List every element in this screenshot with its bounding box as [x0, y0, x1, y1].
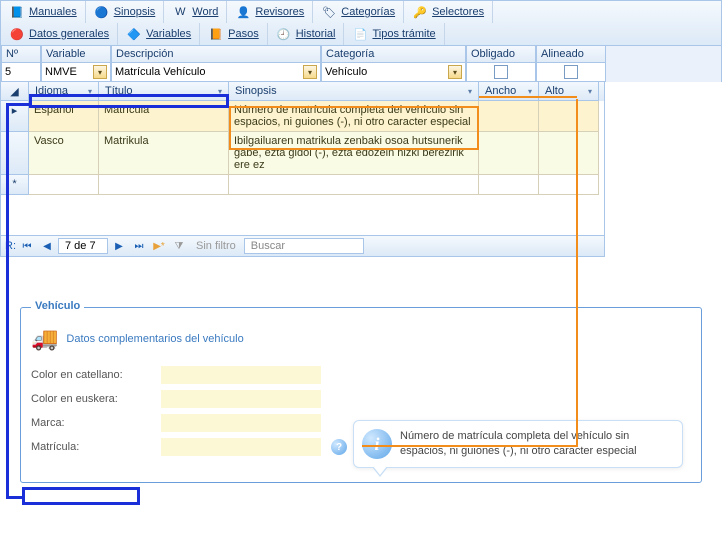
search-input[interactable]: Buscar: [244, 238, 364, 254]
combo-descripcion[interactable]: Matrícula Vehículo▾: [112, 63, 320, 81]
datos generales-icon: 🔴: [9, 26, 25, 42]
cell-ancho[interactable]: [479, 132, 539, 175]
selectores-icon: 🔑: [412, 4, 428, 20]
categorías-icon: 🏷: [321, 4, 337, 20]
annotation-line: [6, 103, 30, 106]
nav-first-icon[interactable]: ⏮: [18, 238, 36, 254]
nav-last-icon[interactable]: ⏭: [130, 238, 148, 254]
gh-alto[interactable]: Alto▾: [539, 82, 599, 101]
pasos-icon: 📙: [208, 26, 224, 42]
annotation-line: [6, 496, 24, 499]
col-obligado[interactable]: Obligado: [466, 46, 536, 63]
checkbox-obligado[interactable]: [494, 65, 508, 79]
toolbar-datos-generales[interactable]: 🔴Datos generales: [1, 23, 118, 45]
table-row[interactable]: VascoMatrikulaIbilgailuaren matrikula ze…: [1, 132, 604, 175]
vehiculo-fieldset: Vehículo 🚚 Datos complementarios del veh…: [20, 307, 702, 483]
toolbar-pasos[interactable]: 📙Pasos: [200, 23, 268, 45]
toolbar-word[interactable]: WWord: [164, 1, 227, 23]
gh-sinopsis[interactable]: Sinopsis▾: [229, 82, 479, 101]
revisores-icon: 👤: [235, 4, 251, 20]
label-matricula: Matrícula:: [31, 441, 161, 453]
input-color-es[interactable]: [161, 366, 321, 384]
col-descripcion[interactable]: Descripción: [111, 46, 321, 63]
help-icon[interactable]: ?: [331, 439, 347, 455]
toolbar-revisores[interactable]: 👤Revisores: [227, 1, 313, 23]
combo-categoria[interactable]: Vehículo▾: [322, 63, 465, 81]
input-marca[interactable]: [161, 414, 321, 432]
section-subtitle: Datos complementarios del vehículo: [66, 333, 243, 345]
field-value-row: NMVE▾ Matrícula Vehículo▾ Vehículo▾: [0, 63, 722, 82]
cell-idioma[interactable]: Vasco: [29, 132, 99, 175]
toolbar-sinopsis[interactable]: 🔵Sinopsis: [86, 1, 165, 23]
combo-variable[interactable]: NMVE▾: [42, 63, 110, 81]
cell-sinopsis[interactable]: Ibilgailuaren matrikula zenbaki osoa hut…: [229, 132, 479, 175]
col-alineado[interactable]: Alineado: [536, 46, 606, 63]
table-row-new[interactable]: *: [1, 175, 604, 195]
toolbar-variables[interactable]: 🔷Variables: [118, 23, 200, 45]
gh-ancho[interactable]: Ancho▾: [479, 82, 539, 101]
nav-position[interactable]: 7 de 7: [58, 238, 108, 254]
row-selector-header[interactable]: ◢: [1, 82, 29, 101]
input-no[interactable]: [2, 63, 40, 81]
annotation-line: [576, 99, 578, 447]
nav-next-icon[interactable]: ▶: [110, 238, 128, 254]
nav-prev-icon[interactable]: ◀: [38, 238, 56, 254]
grid: ◢ Idioma▾ Título▾ Sinopsis▾ Ancho▾ Alto▾…: [0, 82, 605, 236]
field-header-row: Nº Variable Descripción Categoría Obliga…: [0, 46, 722, 63]
annotation-line: [6, 103, 9, 498]
chevron-down-icon[interactable]: ▾: [448, 65, 462, 79]
col-variable[interactable]: Variable: [41, 46, 111, 63]
toolbar-tipos-trámite[interactable]: 📄Tipos trámite: [344, 23, 444, 45]
variables-icon: 🔷: [126, 26, 142, 42]
toolbar-selectores[interactable]: 🔑Selectores: [404, 1, 493, 23]
gh-idioma[interactable]: Idioma▾: [29, 82, 99, 101]
table-row[interactable]: ▸EspañolMatrículaNúmero de matrícula com…: [1, 101, 604, 132]
toolbar-manuales[interactable]: 📘Manuales: [1, 1, 86, 23]
tooltip-text: Número de matrícula completa del vehícul…: [400, 429, 672, 459]
cell-alto[interactable]: [539, 101, 599, 132]
toolbar: 📘Manuales🔵SinopsisWWord👤Revisores🏷Catego…: [0, 0, 722, 46]
chevron-down-icon[interactable]: ▾: [93, 65, 107, 79]
historial-icon: 🕘: [276, 26, 292, 42]
gh-titulo[interactable]: Título▾: [99, 82, 229, 101]
filter-icon[interactable]: ⧩: [170, 238, 188, 254]
input-color-eu[interactable]: [161, 390, 321, 408]
tipos trámite-icon: 📄: [352, 26, 368, 42]
col-no[interactable]: Nº: [1, 46, 41, 63]
label-color-eu: Color en euskera:: [31, 393, 161, 405]
checkbox-alineado[interactable]: [564, 65, 578, 79]
info-icon: i: [362, 429, 392, 459]
cell-ancho[interactable]: [479, 101, 539, 132]
cell-sinopsis[interactable]: Número de matrícula completa del vehícul…: [229, 101, 479, 132]
toolbar-categorías[interactable]: 🏷Categorías: [313, 1, 404, 23]
cell-alto[interactable]: [539, 132, 599, 175]
col-categoria[interactable]: Categoría: [321, 46, 466, 63]
cell-titulo[interactable]: Matrícula: [99, 101, 229, 132]
word-icon: W: [172, 4, 188, 20]
label-marca: Marca:: [31, 417, 161, 429]
record-navigator: R: ⏮ ◀ 7 de 7 ▶ ⏭ ▶* ⧩ Sin filtro Buscar: [0, 236, 605, 257]
tooltip-callout: i Número de matrícula completa del vehíc…: [353, 420, 683, 468]
manuales-icon: 📘: [9, 4, 25, 20]
cell-titulo[interactable]: Matrikula: [99, 132, 229, 175]
label-color-es: Color en catellano:: [31, 369, 161, 381]
filter-label: Sin filtro: [196, 240, 236, 252]
input-matricula[interactable]: [161, 438, 321, 456]
fieldset-legend: Vehículo: [31, 300, 84, 312]
sinopsis-icon: 🔵: [94, 4, 110, 20]
truck-icon: 🚚: [31, 326, 58, 352]
toolbar-historial[interactable]: 🕘Historial: [268, 23, 345, 45]
chevron-down-icon[interactable]: ▾: [303, 65, 317, 79]
nav-new-icon[interactable]: ▶*: [150, 238, 168, 254]
cell-idioma[interactable]: Español: [29, 101, 99, 132]
